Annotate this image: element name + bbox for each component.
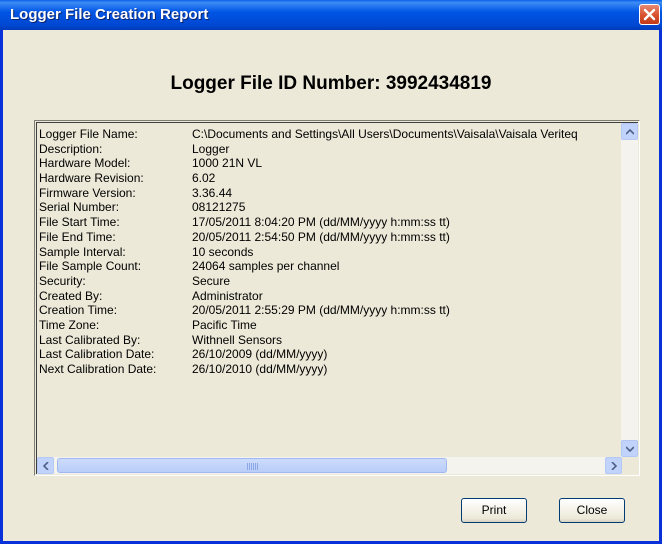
window-title: Logger File Creation Report: [10, 6, 209, 23]
report-field-label: Created By:: [39, 288, 103, 303]
report-row: Sample Interval: 10 seconds: [39, 245, 621, 260]
arrow-up-icon: [626, 128, 634, 135]
report-field-label: File Sample Count:: [39, 259, 142, 274]
report-row: Last Calibrated By: Withnell Sensors: [39, 333, 621, 348]
report-field-value: 17/05/2011 8:04:20 PM (dd/MM/yyyy h:mm:s…: [192, 215, 450, 230]
scroll-down-button[interactable]: [621, 440, 638, 457]
report-field-label: Serial Number:: [39, 200, 120, 215]
report-window: Logger File Creation Report Logger File …: [0, 0, 662, 544]
arrow-down-icon: [626, 446, 634, 453]
report-row: Next Calibration Date: 26/10/2010 (dd/MM/…: [39, 362, 621, 377]
report-field-value: 6.02: [192, 171, 216, 186]
report-field-value: 1000 21N VL: [192, 156, 263, 171]
print-button[interactable]: Print: [461, 498, 527, 523]
report-field-label: Description:: [39, 141, 103, 156]
report-row: File End Time: 20/05/2011 2:54:50 PM (dd/…: [39, 230, 621, 245]
report-field-value: 10 seconds: [192, 244, 254, 259]
report-field-value: Administrator: [192, 288, 263, 303]
scroll-right-button[interactable]: [605, 457, 622, 474]
report-field-label: Time Zone:: [39, 317, 100, 332]
report-row: Time Zone: Pacific Time: [39, 318, 621, 333]
logger-file-id-heading: Logger File ID Number: 3992434819: [170, 73, 492, 94]
report-row: Creation Time: 20/05/2011 2:55:29 PM (dd/…: [39, 303, 621, 318]
report-row: Firmware Version: 3.36.44: [39, 186, 621, 201]
scrollbar-corner: [622, 457, 638, 474]
report-row: Description: Logger: [39, 142, 621, 157]
horizontal-scrollbar[interactable]: [37, 457, 638, 474]
report-row: Serial Number: 08121275: [39, 200, 621, 215]
report-row: Logger File Name: C:\Documents and Settin…: [39, 127, 621, 142]
report-field-label: Last Calibration Date:: [39, 347, 155, 362]
report-field-label: Logger File Name:: [39, 127, 138, 141]
report-field-label: Security:: [39, 273, 86, 288]
title-bar[interactable]: Logger File Creation Report: [0, 0, 662, 30]
report-row: Hardware Revision: 6.02: [39, 171, 621, 186]
report-field-value: Withnell Sensors: [192, 332, 283, 347]
report-field-value: 26/10/2009 (dd/MM/yyyy): [192, 347, 328, 362]
report-field-label: Creation Time:: [39, 303, 118, 318]
report-rows: Logger File Name: C:\Documents and Settin…: [39, 127, 621, 377]
report-field-value: 20/05/2011 2:55:29 PM (dd/MM/yyyy h:mm:s…: [192, 303, 450, 318]
report-field-value: Logger: [192, 141, 230, 156]
close-button[interactable]: Close: [559, 498, 625, 523]
report-row: File Start Time: 17/05/2011 8:04:20 PM (d…: [39, 215, 621, 230]
grip-icon: [247, 463, 258, 470]
report-text-box[interactable]: Logger File Name: C:\Documents and Settin…: [34, 120, 640, 476]
report-field-label: Last Calibrated By:: [39, 332, 141, 347]
scroll-left-button[interactable]: [37, 457, 54, 474]
report-row: Hardware Model: 1000 21N VL: [39, 156, 621, 171]
report-field-value: Pacific Time: [192, 317, 257, 332]
report-field-value: 08121275: [192, 200, 246, 215]
report-field-value: 24064 samples per channel: [192, 259, 340, 274]
report-field-label: File End Time:: [39, 229, 116, 244]
close-x-icon: [643, 8, 656, 21]
arrow-left-icon: [42, 462, 49, 470]
report-field-label: Sample Interval:: [39, 244, 126, 259]
report-field-label: Hardware Model:: [39, 156, 131, 171]
report-row: Security: Secure: [39, 274, 621, 289]
report-field-value: Secure: [192, 273, 231, 288]
vertical-scrollbar[interactable]: [621, 123, 638, 457]
horizontal-scroll-thumb[interactable]: [57, 458, 447, 473]
report-row: File Sample Count: 24064 samples per chan…: [39, 259, 621, 274]
window-close-button[interactable]: [639, 4, 660, 25]
report-row: Last Calibration Date: 26/10/2009 (dd/MM/…: [39, 347, 621, 362]
report-field-label: File Start Time:: [39, 215, 120, 230]
arrow-right-icon: [611, 462, 618, 470]
report-field-label: Firmware Version:: [39, 185, 136, 200]
report-field-value: 26/10/2010 (dd/MM/yyyy): [192, 362, 328, 376]
report-row: Created By: Administrator: [39, 289, 621, 304]
report-field-value: C:\Documents and Settings\All Users\Docu…: [192, 127, 578, 141]
report-field-label: Next Calibration Date:: [39, 362, 157, 376]
scroll-up-button[interactable]: [621, 123, 638, 140]
report-field-value: 20/05/2011 2:54:50 PM (dd/MM/yyyy h:mm:s…: [192, 229, 450, 244]
report-field-label: Hardware Revision:: [39, 171, 144, 186]
report-field-value: 3.36.44: [192, 185, 233, 200]
